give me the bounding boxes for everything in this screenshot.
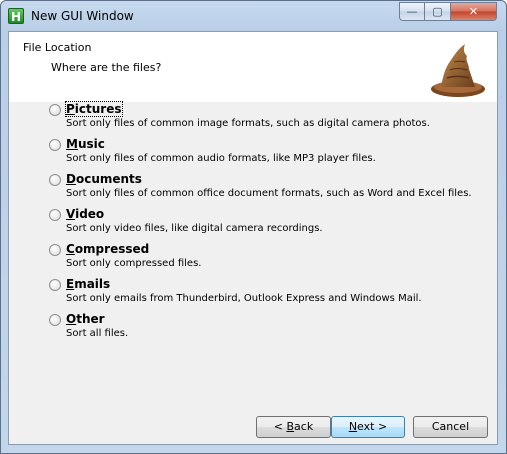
minimize-button[interactable]: — (399, 2, 425, 21)
option-description: Sort all files. (66, 328, 129, 339)
close-button[interactable]: ✕ (451, 2, 497, 21)
option-description: Sort only video files, like digital came… (66, 223, 323, 234)
option-music[interactable]: Music Sort only files of common audio fo… (49, 137, 469, 171)
app-window: H New GUI Window — ▢ ✕ File Location Whe… (0, 0, 507, 454)
maximize-button[interactable]: ▢ (425, 2, 451, 21)
option-label[interactable]: Music (66, 137, 105, 151)
radio-music[interactable] (49, 139, 61, 151)
radio-video[interactable] (49, 209, 61, 221)
option-description: Sort only compressed files. (66, 258, 202, 269)
next-button[interactable]: Next > (331, 416, 405, 438)
sorting-hat-icon (431, 44, 485, 97)
option-other[interactable]: Other Sort all files. (49, 312, 469, 346)
option-documents[interactable]: Documents Sort only files of common offi… (49, 172, 472, 206)
window-title: New GUI Window (31, 9, 134, 23)
option-emails[interactable]: Emails Sort only emails from Thunderbird… (49, 277, 469, 311)
radio-other[interactable] (49, 314, 61, 326)
radio-documents[interactable] (49, 174, 61, 186)
option-pictures[interactable]: Pictures Sort only files of common image… (49, 101, 469, 136)
option-label[interactable]: Video (66, 207, 104, 221)
radio-emails[interactable] (49, 279, 61, 291)
option-description: Sort only files of common office documen… (66, 188, 472, 199)
wizard-client-area: File Location Where are the files? Pictu… (8, 31, 498, 445)
page-title: File Location (23, 41, 92, 54)
back-button[interactable]: < Back (256, 416, 331, 438)
option-video[interactable]: Video Sort only video files, like digita… (49, 207, 469, 241)
app-icon: H (8, 8, 24, 24)
wizard-header: File Location Where are the files? (9, 32, 497, 102)
radio-compressed[interactable] (49, 244, 61, 256)
title-bar[interactable]: H New GUI Window — ▢ ✕ (1, 1, 506, 31)
option-label[interactable]: Emails (66, 277, 110, 291)
cancel-button[interactable]: Cancel (413, 416, 488, 438)
option-description: Sort only emails from Thunderbird, Outlo… (66, 293, 422, 304)
option-label[interactable]: Pictures (65, 101, 123, 117)
page-subtitle: Where are the files? (51, 61, 162, 74)
option-description: Sort only files of common audio formats,… (66, 153, 376, 164)
option-compressed[interactable]: Compressed Sort only compressed files. (49, 242, 469, 276)
radio-pictures[interactable] (49, 104, 61, 116)
option-label[interactable]: Documents (66, 172, 142, 186)
option-label[interactable]: Other (66, 312, 105, 326)
option-label[interactable]: Compressed (66, 242, 149, 256)
option-description: Sort only files of common image formats,… (66, 118, 430, 129)
